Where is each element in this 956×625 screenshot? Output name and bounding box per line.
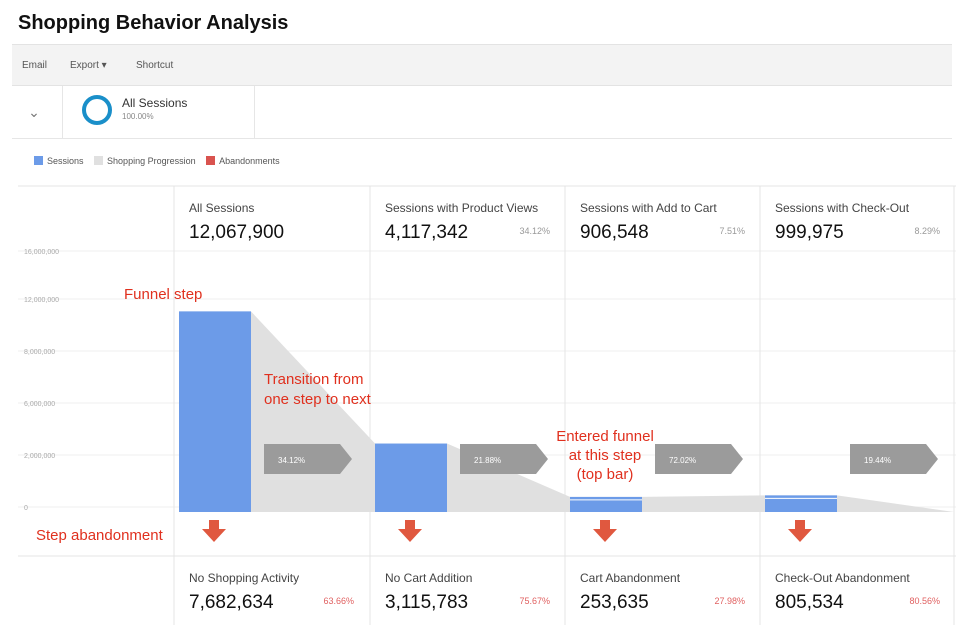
session-bar <box>375 443 447 512</box>
abandonment-value: 7,682,634 <box>189 592 274 613</box>
y-tick-label: 6,000,000 <box>24 401 55 408</box>
step-percent: 8.29% <box>914 226 940 236</box>
abandonment-value: 805,534 <box>775 592 844 613</box>
abandonment-arrow <box>398 520 422 542</box>
step-value: 12,067,900 <box>189 222 284 243</box>
annotation-entered: at this step <box>569 447 642 464</box>
transition-rate: 21.88% <box>474 456 501 465</box>
abandonment-label: No Shopping Activity <box>189 571 299 585</box>
step-value: 4,117,342 <box>385 222 468 243</box>
abandonment-percent: 63.66% <box>323 596 354 606</box>
annotation-funnel-step: Funnel step <box>124 286 202 303</box>
step-label: Sessions with Add to Cart <box>580 201 717 215</box>
funnel-chart: 16,000,000 12,000,000 8,000,000 6,000,000 2,… <box>18 185 956 625</box>
abandonment-percent: 80.56% <box>909 596 940 606</box>
transition-rate: 19.44% <box>864 456 891 465</box>
session-bar <box>570 496 642 512</box>
y-tick-label: 12,000,000 <box>24 297 59 304</box>
transition-rate: 72.02% <box>669 456 696 465</box>
abandonment-label: Check-Out Abandonment <box>775 571 910 585</box>
y-tick-label: 16,000,000 <box>24 249 59 256</box>
annotation-transition: Transition from <box>264 371 363 388</box>
abandonment-label: Cart Abandonment <box>580 571 681 585</box>
step-value: 906,548 <box>580 222 649 243</box>
step-label: Sessions with Check-Out <box>775 201 910 215</box>
y-tick-label: 0 <box>24 505 28 512</box>
abandonment-arrow <box>593 520 617 542</box>
abandonment-value: 253,635 <box>580 592 649 613</box>
y-tick-label: 2,000,000 <box>24 453 55 460</box>
step-percent: 34.12% <box>519 226 550 236</box>
abandonment-percent: 27.98% <box>714 596 745 606</box>
annotation-step-abandonment: Step abandonment <box>36 527 164 544</box>
y-tick-label: 8,000,000 <box>24 349 55 356</box>
abandonment-arrow <box>788 520 812 542</box>
abandonment-arrow <box>202 520 226 542</box>
annotation-entered: Entered funnel <box>556 428 654 445</box>
session-bar <box>765 495 837 512</box>
session-bar <box>179 311 251 512</box>
step-label: Sessions with Product Views <box>385 201 538 215</box>
step-label: All Sessions <box>189 201 254 215</box>
step-value: 999,975 <box>775 222 844 243</box>
step-percent: 7.51% <box>719 226 745 236</box>
abandonment-value: 3,115,783 <box>385 592 468 613</box>
abandonment-label: No Cart Addition <box>385 571 472 585</box>
annotation-entered: (top bar) <box>577 466 634 483</box>
abandonment-percent: 75.67% <box>519 596 550 606</box>
transition-rate: 34.12% <box>278 456 305 465</box>
annotation-transition: one step to next <box>264 391 372 408</box>
